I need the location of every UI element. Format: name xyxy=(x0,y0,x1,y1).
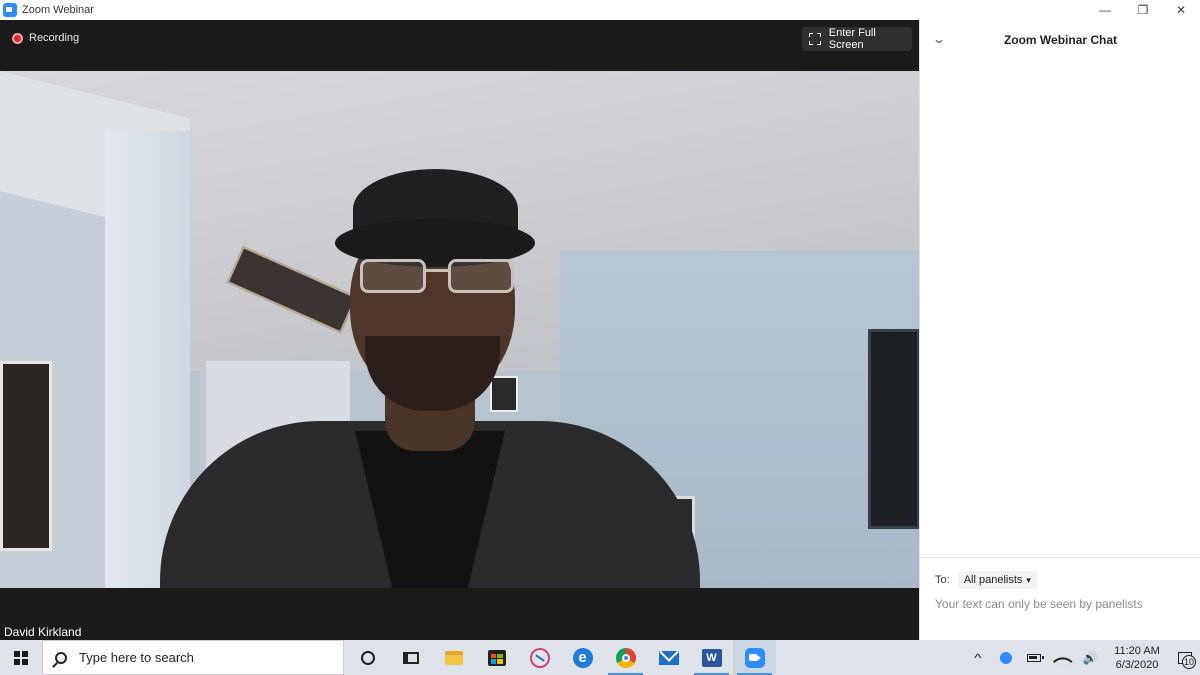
fullscreen-icon xyxy=(809,33,821,45)
recording-indicator[interactable]: Recording xyxy=(12,32,79,44)
task-view-icon xyxy=(402,651,419,664)
chat-footer: To: All panelists ▾ xyxy=(920,557,1200,640)
mail-icon xyxy=(658,650,679,665)
action-center-button[interactable]: 10 xyxy=(1170,640,1200,675)
chrome-button[interactable] xyxy=(604,640,647,675)
search-icon xyxy=(55,651,67,664)
battery-icon xyxy=(1027,653,1044,662)
system-tray: ^ 🔊 11:20 AM 6/3/2020 10 xyxy=(964,640,1200,675)
minimize-button[interactable]: — xyxy=(1086,0,1124,20)
edge-icon: e xyxy=(572,647,593,668)
file-explorer-icon xyxy=(444,650,463,665)
chat-message-input[interactable] xyxy=(935,594,1190,614)
participant-name-label: David Kirkland xyxy=(0,624,86,640)
zoom-tray-icon xyxy=(1000,651,1012,664)
volume-icon: 🔊 xyxy=(1082,650,1098,665)
windows-logo-icon xyxy=(14,650,28,665)
edge-button[interactable]: e xyxy=(561,640,604,675)
chat-panel: ⌄ Zoom Webinar Chat To: All panelists ▾ xyxy=(919,20,1200,640)
wall-tv xyxy=(868,329,919,529)
snip-sketch-button[interactable] xyxy=(518,640,561,675)
zoom-app-icon xyxy=(3,3,17,17)
cortana-icon xyxy=(360,650,375,665)
zoom-button[interactable] xyxy=(733,640,776,675)
taskbar-apps: e W xyxy=(346,640,776,675)
taskbar-clock[interactable]: 11:20 AM 6/3/2020 xyxy=(1104,644,1170,672)
meeting-topbar: Recording Enter Full Screen xyxy=(0,20,919,71)
recipient-dropdown[interactable]: All panelists ▾ xyxy=(957,571,1037,589)
store-icon xyxy=(487,649,506,666)
taskbar-search-box[interactable]: Type here to search xyxy=(42,640,344,675)
close-button[interactable]: ✕ xyxy=(1162,0,1200,20)
video-feed[interactable] xyxy=(0,71,919,588)
recipient-value: All panelists xyxy=(963,574,1023,586)
recording-dot-icon xyxy=(12,32,23,44)
chevron-down-icon: ▾ xyxy=(1026,574,1031,585)
word-icon: W xyxy=(701,648,722,667)
start-button[interactable] xyxy=(0,640,42,675)
mail-button[interactable] xyxy=(647,640,690,675)
to-label: To: xyxy=(935,574,950,586)
chat-title: Zoom Webinar Chat xyxy=(1003,33,1118,47)
recipient-row: To: All panelists ▾ xyxy=(935,571,1037,589)
clock-time: 11:20 AM xyxy=(1114,644,1160,657)
show-hidden-icons-button[interactable]: ^ xyxy=(964,640,992,675)
wifi-icon xyxy=(1052,651,1073,671)
taskbar-search-placeholder: Type here to search xyxy=(79,650,194,665)
notification-count: 10 xyxy=(1182,655,1196,669)
task-view-button[interactable] xyxy=(389,640,432,675)
tray-zoom-button[interactable] xyxy=(992,640,1020,675)
restore-button[interactable]: ❐ xyxy=(1124,0,1162,20)
chevron-up-icon: ^ xyxy=(974,650,982,665)
clock-date: 6/3/2020 xyxy=(1115,658,1159,671)
snip-sketch-icon xyxy=(529,647,550,668)
volume-button[interactable]: 🔊 xyxy=(1076,640,1104,675)
battery-button[interactable] xyxy=(1020,640,1048,675)
meeting-area: Recording Enter Full Screen David Kirkla… xyxy=(0,20,919,640)
window-controls: — ❐ ✕ xyxy=(1086,0,1200,20)
chrome-icon xyxy=(615,647,636,668)
enter-full-screen-button[interactable]: Enter Full Screen xyxy=(802,27,912,51)
network-button[interactable] xyxy=(1048,640,1076,675)
enter-full-screen-label: Enter Full Screen xyxy=(828,27,876,51)
windows-taskbar: Type here to search e W ^ 🔊 11:20 AM 6/3… xyxy=(0,640,1200,675)
zoom-icon xyxy=(744,647,765,668)
participant-video xyxy=(150,151,710,588)
cortana-button[interactable] xyxy=(346,640,389,675)
window-title: Zoom Webinar xyxy=(22,4,94,16)
store-button[interactable] xyxy=(475,640,518,675)
window-titlebar: Zoom Webinar — ❐ ✕ xyxy=(0,0,1200,20)
file-explorer-button[interactable] xyxy=(432,640,475,675)
recording-label: Recording xyxy=(29,32,80,44)
chat-header: ⌄ Zoom Webinar Chat xyxy=(920,20,1200,60)
word-button[interactable]: W xyxy=(690,640,733,675)
wall-frame xyxy=(0,361,52,551)
